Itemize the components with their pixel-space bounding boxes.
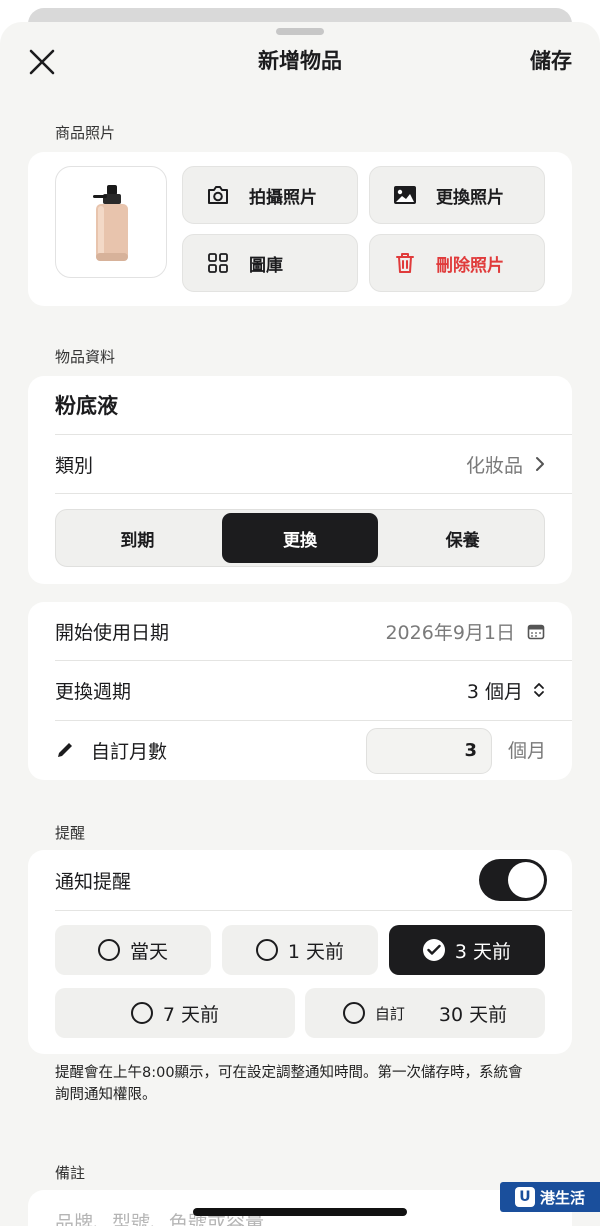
custom-reminder-prefix: 自訂 xyxy=(374,1004,405,1023)
replace-cycle-row[interactable]: 更換週期 3 個月 xyxy=(55,661,572,719)
reminder-option-3-days[interactable]: 3 天前 xyxy=(389,925,545,975)
segment-maintenance[interactable]: 保養 xyxy=(384,513,541,563)
image-icon xyxy=(392,182,418,208)
custom-months-row: 自訂月數 xyxy=(55,721,572,779)
foundation-bottle-image xyxy=(93,185,128,261)
divider xyxy=(55,910,572,911)
reminder-option-label: 1 天前 xyxy=(287,940,345,963)
start-date-row[interactable]: 開始使用日期 2026年9月1日 xyxy=(55,602,572,660)
reminder-option-label: 7 天前 xyxy=(162,1003,220,1026)
custom-months-label: 自訂月數 xyxy=(91,740,168,763)
radio-empty-icon xyxy=(130,1002,153,1024)
type-segmented-control: 到期 更換 保養 xyxy=(55,509,545,567)
custom-reminder-value: 30 天前 xyxy=(438,1003,508,1026)
product-thumbnail[interactable] xyxy=(55,166,167,278)
add-item-sheet: 新增物品 儲存 商品照片 拍攝照片 更換照片 圖庫 刪除照片 物品資料 粉底液 … xyxy=(0,22,600,1226)
reminder-option-same-day[interactable]: 當天 xyxy=(55,925,211,975)
reminder-section-label: 提醒 xyxy=(55,824,86,842)
photo-section-label: 商品照片 xyxy=(55,124,116,142)
category-label: 類別 xyxy=(55,454,94,477)
take-photo-label: 拍攝照片 xyxy=(249,187,317,208)
reminder-option-label: 當天 xyxy=(129,940,168,963)
divider xyxy=(55,493,572,494)
reminder-hint: 提醒會在上午8:00顯示，可在設定調整通知時間。第一次儲存時，系統會詢問通知權限… xyxy=(55,1065,523,1103)
trash-icon xyxy=(392,250,418,276)
reminder-option-label: 3 天前 xyxy=(454,940,512,963)
custom-months-input[interactable]: 3 xyxy=(366,728,492,774)
home-indicator xyxy=(193,1208,407,1216)
chevron-right-icon xyxy=(536,457,544,471)
radio-empty-icon xyxy=(97,939,120,961)
gallery-label: 圖庫 xyxy=(249,255,283,276)
item-name-field[interactable]: 粉底液 xyxy=(55,376,572,434)
reminder-card: 通知提醒 當天 1 天前 3 天前 7 天前 自訂 30 天前 xyxy=(28,850,572,1054)
segment-replace[interactable]: 更換 xyxy=(221,513,379,563)
save-button[interactable]: 儲存 xyxy=(530,46,572,76)
gallery-button[interactable]: 圖庫 xyxy=(182,234,358,292)
info-section-label: 物品資料 xyxy=(55,348,116,366)
delete-photo-label: 刪除照片 xyxy=(436,255,504,276)
sheet-grabber[interactable] xyxy=(276,28,324,35)
replace-cycle-value: 3 個月 xyxy=(466,680,523,703)
notification-label: 通知提醒 xyxy=(55,870,132,893)
delete-photo-button[interactable]: 刪除照片 xyxy=(369,234,545,292)
schedule-card: 開始使用日期 2026年9月1日 更換週期 3 個月 自訂月數 3 個月 xyxy=(28,602,572,780)
watermark-logo: U 港生活 xyxy=(500,1182,600,1212)
reminder-option-7-days[interactable]: 7 天前 xyxy=(55,988,295,1038)
radio-empty-icon xyxy=(255,939,278,961)
category-row[interactable]: 類別 化妝品 xyxy=(55,435,572,493)
category-value: 化妝品 xyxy=(465,454,523,477)
toggle-knob xyxy=(508,862,544,898)
notes-section-label: 備註 xyxy=(55,1164,86,1182)
radio-empty-icon xyxy=(342,1002,365,1024)
segment-expiry[interactable]: 到期 xyxy=(59,513,216,563)
take-photo-button[interactable]: 拍攝照片 xyxy=(182,166,358,224)
photo-card: 拍攝照片 更換照片 圖庫 刪除照片 xyxy=(28,152,572,306)
checkmark-circle-icon xyxy=(422,939,445,961)
start-date-value: 2026年9月1日 xyxy=(385,621,515,644)
reminder-option-1-day[interactable]: 1 天前 xyxy=(222,925,378,975)
change-photo-button[interactable]: 更換照片 xyxy=(369,166,545,224)
grid-icon xyxy=(205,250,231,276)
page-title: 新增物品 xyxy=(258,49,342,73)
pencil-icon xyxy=(58,743,72,757)
change-photo-label: 更換照片 xyxy=(436,187,504,208)
info-card: 粉底液 類別 化妝品 到期 更換 保養 xyxy=(28,376,572,584)
replace-cycle-label: 更換週期 xyxy=(55,680,132,703)
notification-toggle[interactable] xyxy=(479,859,547,901)
watermark-u-icon: U xyxy=(514,1187,535,1207)
chevron-up-down-icon xyxy=(534,683,544,697)
reminder-option-custom[interactable]: 自訂 30 天前 xyxy=(305,988,545,1038)
calendar-icon xyxy=(527,624,545,639)
camera-icon xyxy=(205,182,231,208)
item-name-value: 粉底液 xyxy=(55,394,118,418)
custom-months-unit: 個月 xyxy=(508,740,547,762)
start-date-label: 開始使用日期 xyxy=(55,621,170,644)
watermark-text: 港生活 xyxy=(539,1188,585,1207)
